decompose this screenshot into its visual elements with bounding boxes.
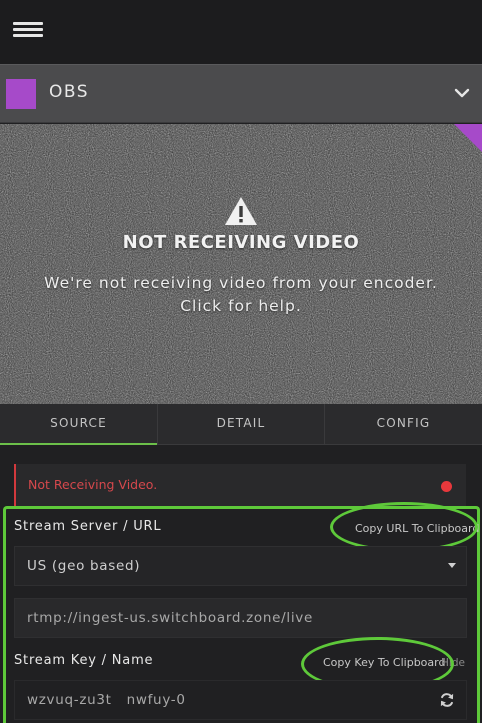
tab-detail[interactable]: DETAIL [158, 404, 325, 444]
status-text: Not Receiving Video. [28, 477, 158, 492]
static-noise-image [0, 124, 482, 404]
region-select-value: US (geo based) [27, 558, 141, 574]
stream-url-field[interactable]: rtmp://ingest-us.switchboard.zone/live [14, 598, 467, 638]
tab-bar: SOURCE DETAIL CONFIG [0, 404, 482, 445]
source-color-swatch [6, 79, 36, 109]
not-receiving-headline: NOT RECEIVING VIDEO [122, 232, 360, 253]
message-line-1: We're not receiving video from your enco… [44, 274, 438, 292]
region-select[interactable]: US (geo based) [14, 546, 467, 586]
stream-url-value: rtmp://ingest-us.switchboard.zone/live [27, 610, 313, 626]
source-name: OBS [49, 82, 90, 102]
corner-color-marker [454, 124, 482, 152]
chevron-down-icon[interactable] [452, 83, 472, 103]
status-bar: Not Receiving Video. [14, 464, 466, 506]
copy-key-button[interactable]: Copy Key To Clipboard [323, 656, 445, 669]
hide-key-button[interactable]: Hide [441, 657, 465, 669]
top-bar [0, 0, 482, 64]
video-preview[interactable]: NOT RECEIVING VIDEO We're not receiving … [0, 124, 482, 404]
tab-source[interactable]: SOURCE [0, 404, 158, 445]
copy-url-button[interactable]: Copy URL To Clipboard [355, 522, 479, 535]
not-receiving-message[interactable]: We're not receiving video from your enco… [0, 272, 482, 318]
message-line-2[interactable]: Click for help. [0, 295, 482, 318]
status-indicator-dot [441, 481, 452, 492]
caret-down-icon [448, 563, 456, 568]
app-root: OBS NOT RECEIVING VIDEO We're not receiv… [0, 0, 482, 723]
warning-triangle-icon [225, 197, 257, 225]
source-selector[interactable]: OBS [0, 64, 482, 123]
refresh-icon[interactable] [438, 691, 456, 709]
stream-server-label: Stream Server / URL [14, 519, 162, 534]
hamburger-menu-icon[interactable] [13, 22, 43, 38]
stream-key-value: wzvuq-zu3t nwfuy-0 [27, 692, 186, 708]
stream-key-field[interactable]: wzvuq-zu3t nwfuy-0 [14, 680, 467, 720]
tab-config[interactable]: CONFIG [325, 404, 482, 444]
stream-key-label: Stream Key / Name [14, 653, 154, 668]
